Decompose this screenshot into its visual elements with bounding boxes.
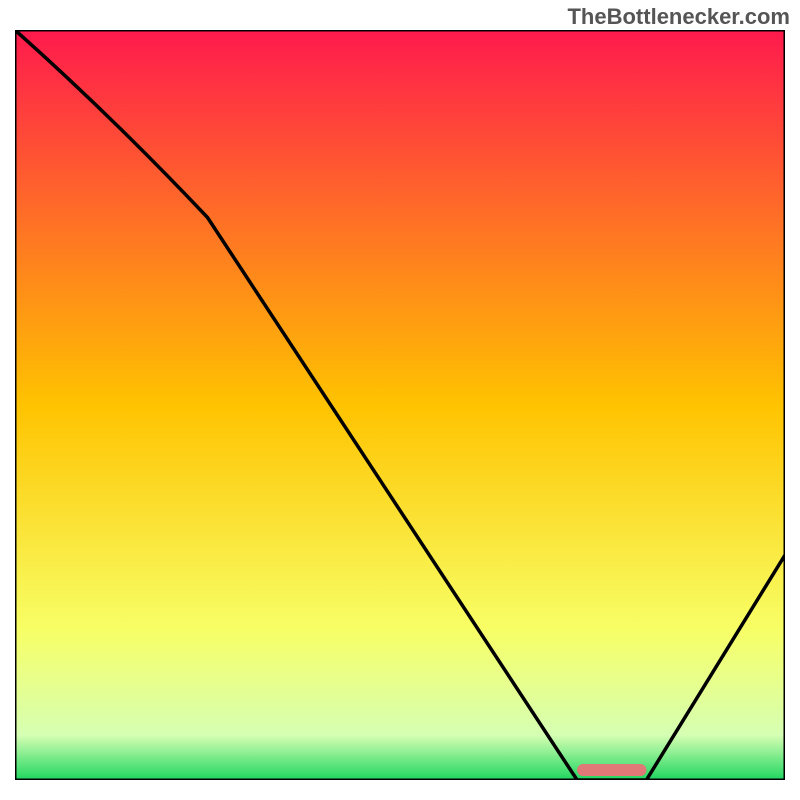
bottleneck-chart (15, 30, 785, 780)
optimal-range-marker (577, 764, 646, 776)
chart-svg (15, 30, 785, 780)
watermark-text: TheBottlenecker.com (567, 4, 790, 30)
gradient-background (15, 30, 785, 780)
